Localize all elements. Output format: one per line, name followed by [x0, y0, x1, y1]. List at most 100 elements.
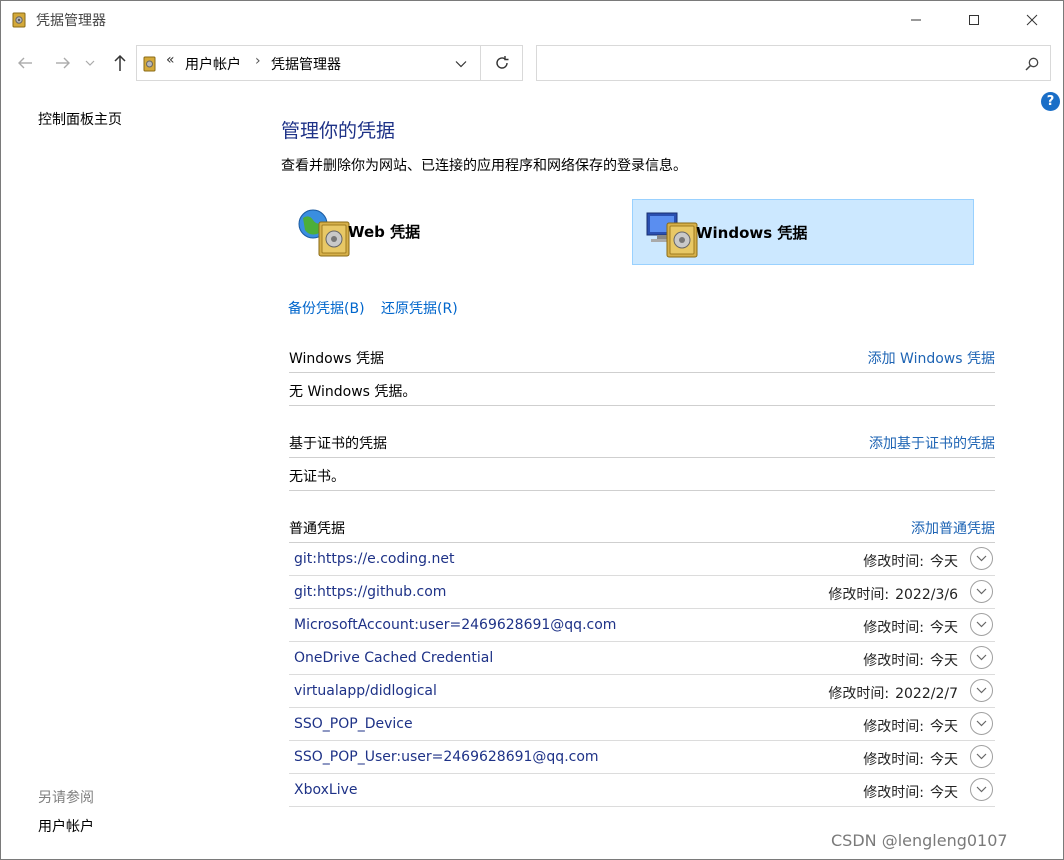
credential-name[interactable]: virtualapp/didlogical: [294, 683, 437, 699]
chevron-down-icon: [976, 555, 987, 562]
credential-name[interactable]: SSO_POP_User:user=2469628691@qq.com: [294, 749, 599, 765]
web-credentials-tile[interactable]: Web 凭据: [289, 199, 609, 265]
windows-credentials-tile[interactable]: Windows 凭据: [632, 199, 974, 265]
credential-row[interactable]: git:https://e.coding.net 修改时间: 今天: [289, 543, 995, 576]
address-bar[interactable]: « 用户帐户 › 凭据管理器: [136, 45, 481, 81]
certificate-credentials-heading: 基于证书的凭据: [289, 436, 387, 452]
no-windows-credentials-text: 无 Windows 凭据。: [289, 384, 417, 400]
modified-date: 今天: [930, 653, 958, 669]
modified-date: 今天: [930, 752, 958, 768]
section-divider: [289, 405, 995, 406]
windows-credentials-label: Windows 凭据: [696, 224, 808, 242]
credential-name[interactable]: git:https://e.coding.net: [294, 551, 454, 567]
up-button[interactable]: [108, 51, 132, 75]
navigation-bar: « 用户帐户 › 凭据管理器: [1, 39, 1063, 89]
credential-row[interactable]: SSO_POP_Device 修改时间: 今天: [289, 708, 995, 741]
credential-name[interactable]: XboxLive: [294, 782, 358, 798]
credential-manager-window: 凭据管理器 « 用户帐户 › 凭据管理器 ? 控制面板主页 另请参阅 用户帐户 …: [0, 0, 1064, 860]
refresh-button[interactable]: [481, 45, 523, 81]
chevron-down-icon: [976, 654, 987, 661]
web-credentials-icon: [298, 209, 350, 257]
modified-label: 修改时间:: [863, 719, 924, 735]
maximize-button[interactable]: [951, 1, 997, 39]
breadcrumb-overflow[interactable]: «: [166, 52, 175, 68]
back-button[interactable]: [13, 51, 37, 75]
generic-credentials-heading: 普通凭据: [289, 521, 345, 537]
section-divider: [289, 372, 995, 373]
modified-label: 修改时间:: [863, 554, 924, 570]
chevron-down-icon: [976, 720, 987, 727]
chevron-down-icon: [976, 621, 987, 628]
credential-row[interactable]: XboxLive 修改时间: 今天: [289, 774, 995, 807]
refresh-icon: [495, 56, 508, 69]
restore-credentials-link[interactable]: 还原凭据(R): [381, 298, 458, 318]
modified-date: 2022/3/6: [895, 587, 958, 603]
credential-name[interactable]: SSO_POP_Device: [294, 716, 413, 732]
modified-label: 修改时间:: [863, 785, 924, 801]
no-certificates-text: 无证书。: [289, 469, 345, 485]
forward-button[interactable]: [51, 51, 75, 75]
section-divider: [289, 490, 995, 491]
credential-modified: 修改时间: 今天: [863, 617, 958, 637]
maximize-icon: [969, 15, 979, 25]
watermark: CSDN @lengleng0107: [831, 831, 1008, 850]
address-dropdown-button[interactable]: [449, 54, 473, 74]
credential-name[interactable]: git:https://github.com: [294, 584, 446, 600]
modified-date: 今天: [930, 620, 958, 636]
credential-modified: 修改时间: 今天: [863, 716, 958, 736]
arrow-right-icon: [56, 57, 70, 69]
credential-modified: 修改时间: 今天: [863, 650, 958, 670]
recent-locations-button[interactable]: [83, 51, 97, 75]
breadcrumb-separator[interactable]: ›: [255, 53, 261, 69]
window-title: 凭据管理器: [36, 13, 106, 29]
section-divider: [289, 457, 995, 458]
search-input[interactable]: [536, 45, 1051, 81]
expand-credential-button[interactable]: [970, 613, 993, 636]
modified-date: 2022/2/7: [895, 686, 958, 702]
credential-manager-icon: [143, 56, 156, 72]
credential-name[interactable]: OneDrive Cached Credential: [294, 650, 493, 666]
expand-credential-button[interactable]: [970, 646, 993, 669]
backup-credentials-link[interactable]: 备份凭据(B): [288, 298, 365, 318]
credential-row[interactable]: SSO_POP_User:user=2469628691@qq.com 修改时间:…: [289, 741, 995, 774]
credential-row[interactable]: OneDrive Cached Credential 修改时间: 今天: [289, 642, 995, 675]
user-accounts-link[interactable]: 用户帐户: [38, 816, 94, 836]
breadcrumb-credential-manager[interactable]: 凭据管理器: [271, 54, 341, 74]
modified-date: 今天: [930, 719, 958, 735]
credential-name[interactable]: MicrosoftAccount:user=2469628691@qq.com: [294, 617, 616, 633]
credential-row[interactable]: virtualapp/didlogical 修改时间: 2022/2/7: [289, 675, 995, 708]
credential-row[interactable]: git:https://github.com 修改时间: 2022/3/6: [289, 576, 995, 609]
minimize-button[interactable]: [893, 1, 939, 39]
chevron-down-icon: [455, 61, 467, 68]
see-also-heading: 另请参阅: [38, 790, 94, 806]
expand-credential-button[interactable]: [970, 547, 993, 570]
page-title: 管理你的凭据: [281, 120, 396, 142]
chevron-down-icon: [976, 786, 987, 793]
credential-modified: 修改时间: 今天: [863, 749, 958, 769]
credential-row[interactable]: MicrosoftAccount:user=2469628691@qq.com 修…: [289, 609, 995, 642]
expand-credential-button[interactable]: [970, 580, 993, 603]
expand-credential-button[interactable]: [970, 745, 993, 768]
page-description: 查看并删除你为网站、已连接的应用程序和网络保存的登录信息。: [281, 158, 687, 174]
chevron-down-icon: [976, 588, 987, 595]
modified-label: 修改时间:: [863, 653, 924, 669]
credential-modified: 修改时间: 2022/2/7: [828, 683, 958, 703]
modified-label: 修改时间:: [828, 686, 890, 702]
credential-manager-icon: [12, 12, 26, 28]
breadcrumb-user-accounts[interactable]: 用户帐户: [185, 54, 241, 74]
add-certificate-credential-link[interactable]: 添加基于证书的凭据: [869, 433, 995, 453]
control-panel-home-link[interactable]: 控制面板主页: [38, 109, 122, 129]
minimize-icon: [911, 19, 921, 21]
search-icon[interactable]: [1024, 56, 1040, 72]
expand-credential-button[interactable]: [970, 712, 993, 735]
add-windows-credential-link[interactable]: 添加 Windows 凭据: [868, 348, 995, 368]
close-icon: [1026, 14, 1038, 26]
close-button[interactable]: [1009, 1, 1055, 39]
expand-credential-button[interactable]: [970, 679, 993, 702]
expand-credential-button[interactable]: [970, 778, 993, 801]
modified-label: 修改时间:: [863, 752, 924, 768]
chevron-down-icon: [85, 60, 95, 66]
add-generic-credential-link[interactable]: 添加普通凭据: [911, 518, 995, 538]
web-credentials-label: Web 凭据: [348, 223, 421, 241]
help-button[interactable]: ?: [1041, 92, 1060, 111]
